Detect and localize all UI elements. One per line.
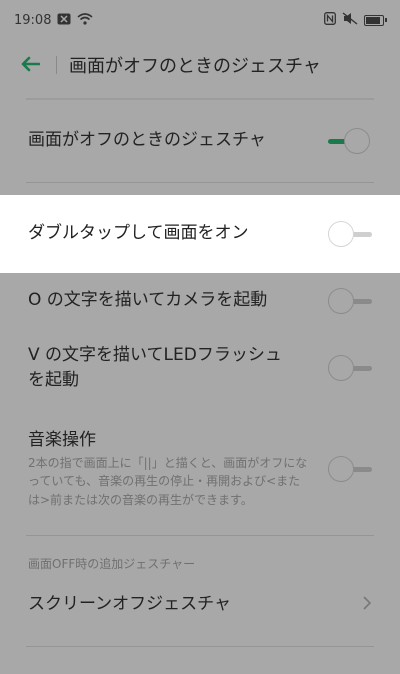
toggle-knob bbox=[328, 221, 354, 247]
page-title: 画面がオフのときのジェスチャ bbox=[69, 56, 321, 77]
toggle-knob bbox=[328, 355, 354, 381]
section-header: 画面OFF時の追加ジェスチャー bbox=[28, 557, 196, 571]
toggle-knob bbox=[328, 456, 354, 482]
draw-v-toggle[interactable] bbox=[328, 354, 372, 382]
status-bar: 19:08 bbox=[0, 0, 400, 40]
row-screen-off-gesture-menu[interactable]: スクリーンオフジェスチャ bbox=[0, 572, 400, 638]
appbar-divider bbox=[56, 56, 57, 74]
row-label-line1: V の文字を描いてLEDフラッシュ bbox=[28, 344, 282, 365]
row-description: 2本の指で画面上に「||」と描くと、画面がオフになっていても、音楽の再生の停止・… bbox=[28, 455, 308, 508]
row-screen-off-gestures[interactable]: 画面がオフのときのジェスチャ bbox=[0, 100, 400, 182]
row-draw-o-camera[interactable]: O の文字を描いてカメラを起動 bbox=[0, 273, 400, 329]
row-double-tap-wake[interactable]: ダブルタップして画面をオン bbox=[0, 195, 400, 273]
row-draw-v-flashlight[interactable]: V の文字を描いてLEDフラッシュ を起動 bbox=[0, 329, 400, 407]
app-bar: 画面がオフのときのジェスチャ bbox=[0, 40, 400, 90]
toggle-knob bbox=[328, 288, 354, 314]
row-label: 音楽操作 bbox=[28, 430, 96, 451]
draw-o-toggle[interactable] bbox=[328, 287, 372, 315]
nfc-icon bbox=[324, 12, 336, 28]
toggle-knob bbox=[344, 128, 370, 154]
status-right bbox=[324, 12, 387, 28]
mute-icon bbox=[342, 12, 358, 28]
row-label: スクリーンオフジェスチャ bbox=[28, 594, 231, 615]
music-control-toggle[interactable] bbox=[328, 455, 372, 483]
row-label: ダブルタップして画面をオン bbox=[28, 223, 249, 244]
double-tap-toggle[interactable] bbox=[328, 220, 372, 248]
battery-icon bbox=[364, 14, 387, 26]
wifi-icon bbox=[77, 12, 93, 28]
chevron-right-icon bbox=[362, 595, 372, 616]
back-arrow-icon[interactable] bbox=[20, 53, 50, 78]
row-label: 画面がオフのときのジェスチャ bbox=[28, 130, 266, 151]
notification-icon bbox=[57, 13, 71, 28]
section-header-wrap: 画面OFF時の追加ジェスチャー bbox=[0, 536, 400, 572]
music-text: 音楽操作 2本の指で画面上に「||」と描くと、画面がオフになっていても、音楽の再… bbox=[28, 428, 310, 509]
row-label: V の文字を描いてLEDフラッシュ を起動 bbox=[28, 343, 282, 394]
master-toggle[interactable] bbox=[328, 127, 372, 155]
row-label: O の文字を描いてカメラを起動 bbox=[28, 290, 268, 311]
status-time: 19:08 bbox=[14, 12, 52, 28]
row-label-line2: を起動 bbox=[28, 370, 79, 390]
status-left: 19:08 bbox=[14, 13, 93, 28]
row-music-control[interactable]: 音楽操作 2本の指で画面上に「||」と描くと、画面がオフになっていても、音楽の再… bbox=[0, 407, 400, 531]
divider bbox=[26, 646, 374, 647]
